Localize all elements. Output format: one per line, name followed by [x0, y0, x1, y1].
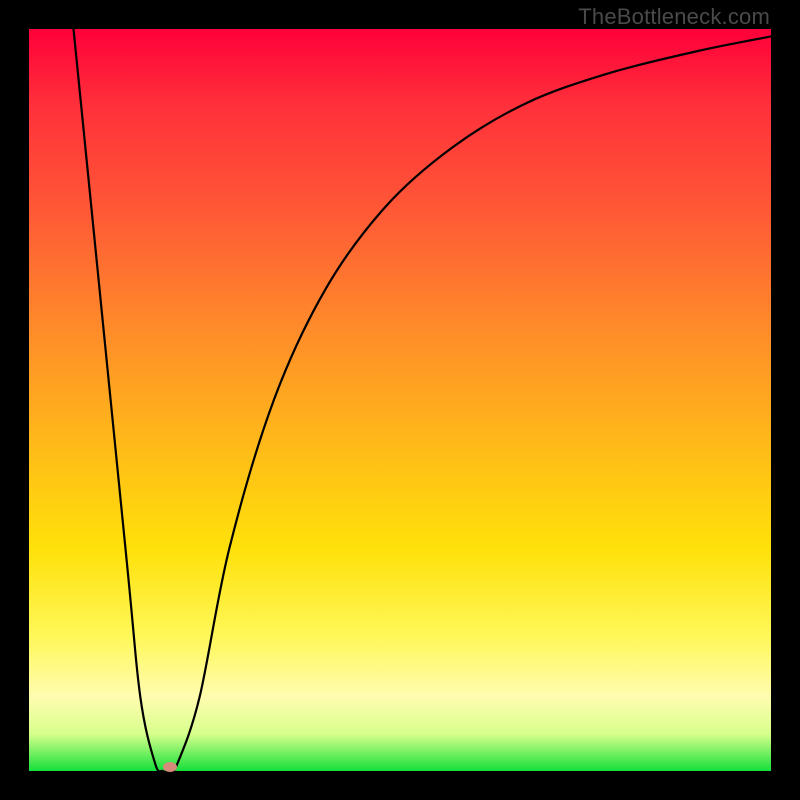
plot-area — [29, 29, 771, 771]
chart-frame: TheBottleneck.com — [0, 0, 800, 800]
watermark-text: TheBottleneck.com — [578, 4, 770, 30]
min-marker — [163, 762, 177, 772]
curve-svg — [29, 29, 771, 771]
bottleneck-curve — [74, 29, 771, 771]
